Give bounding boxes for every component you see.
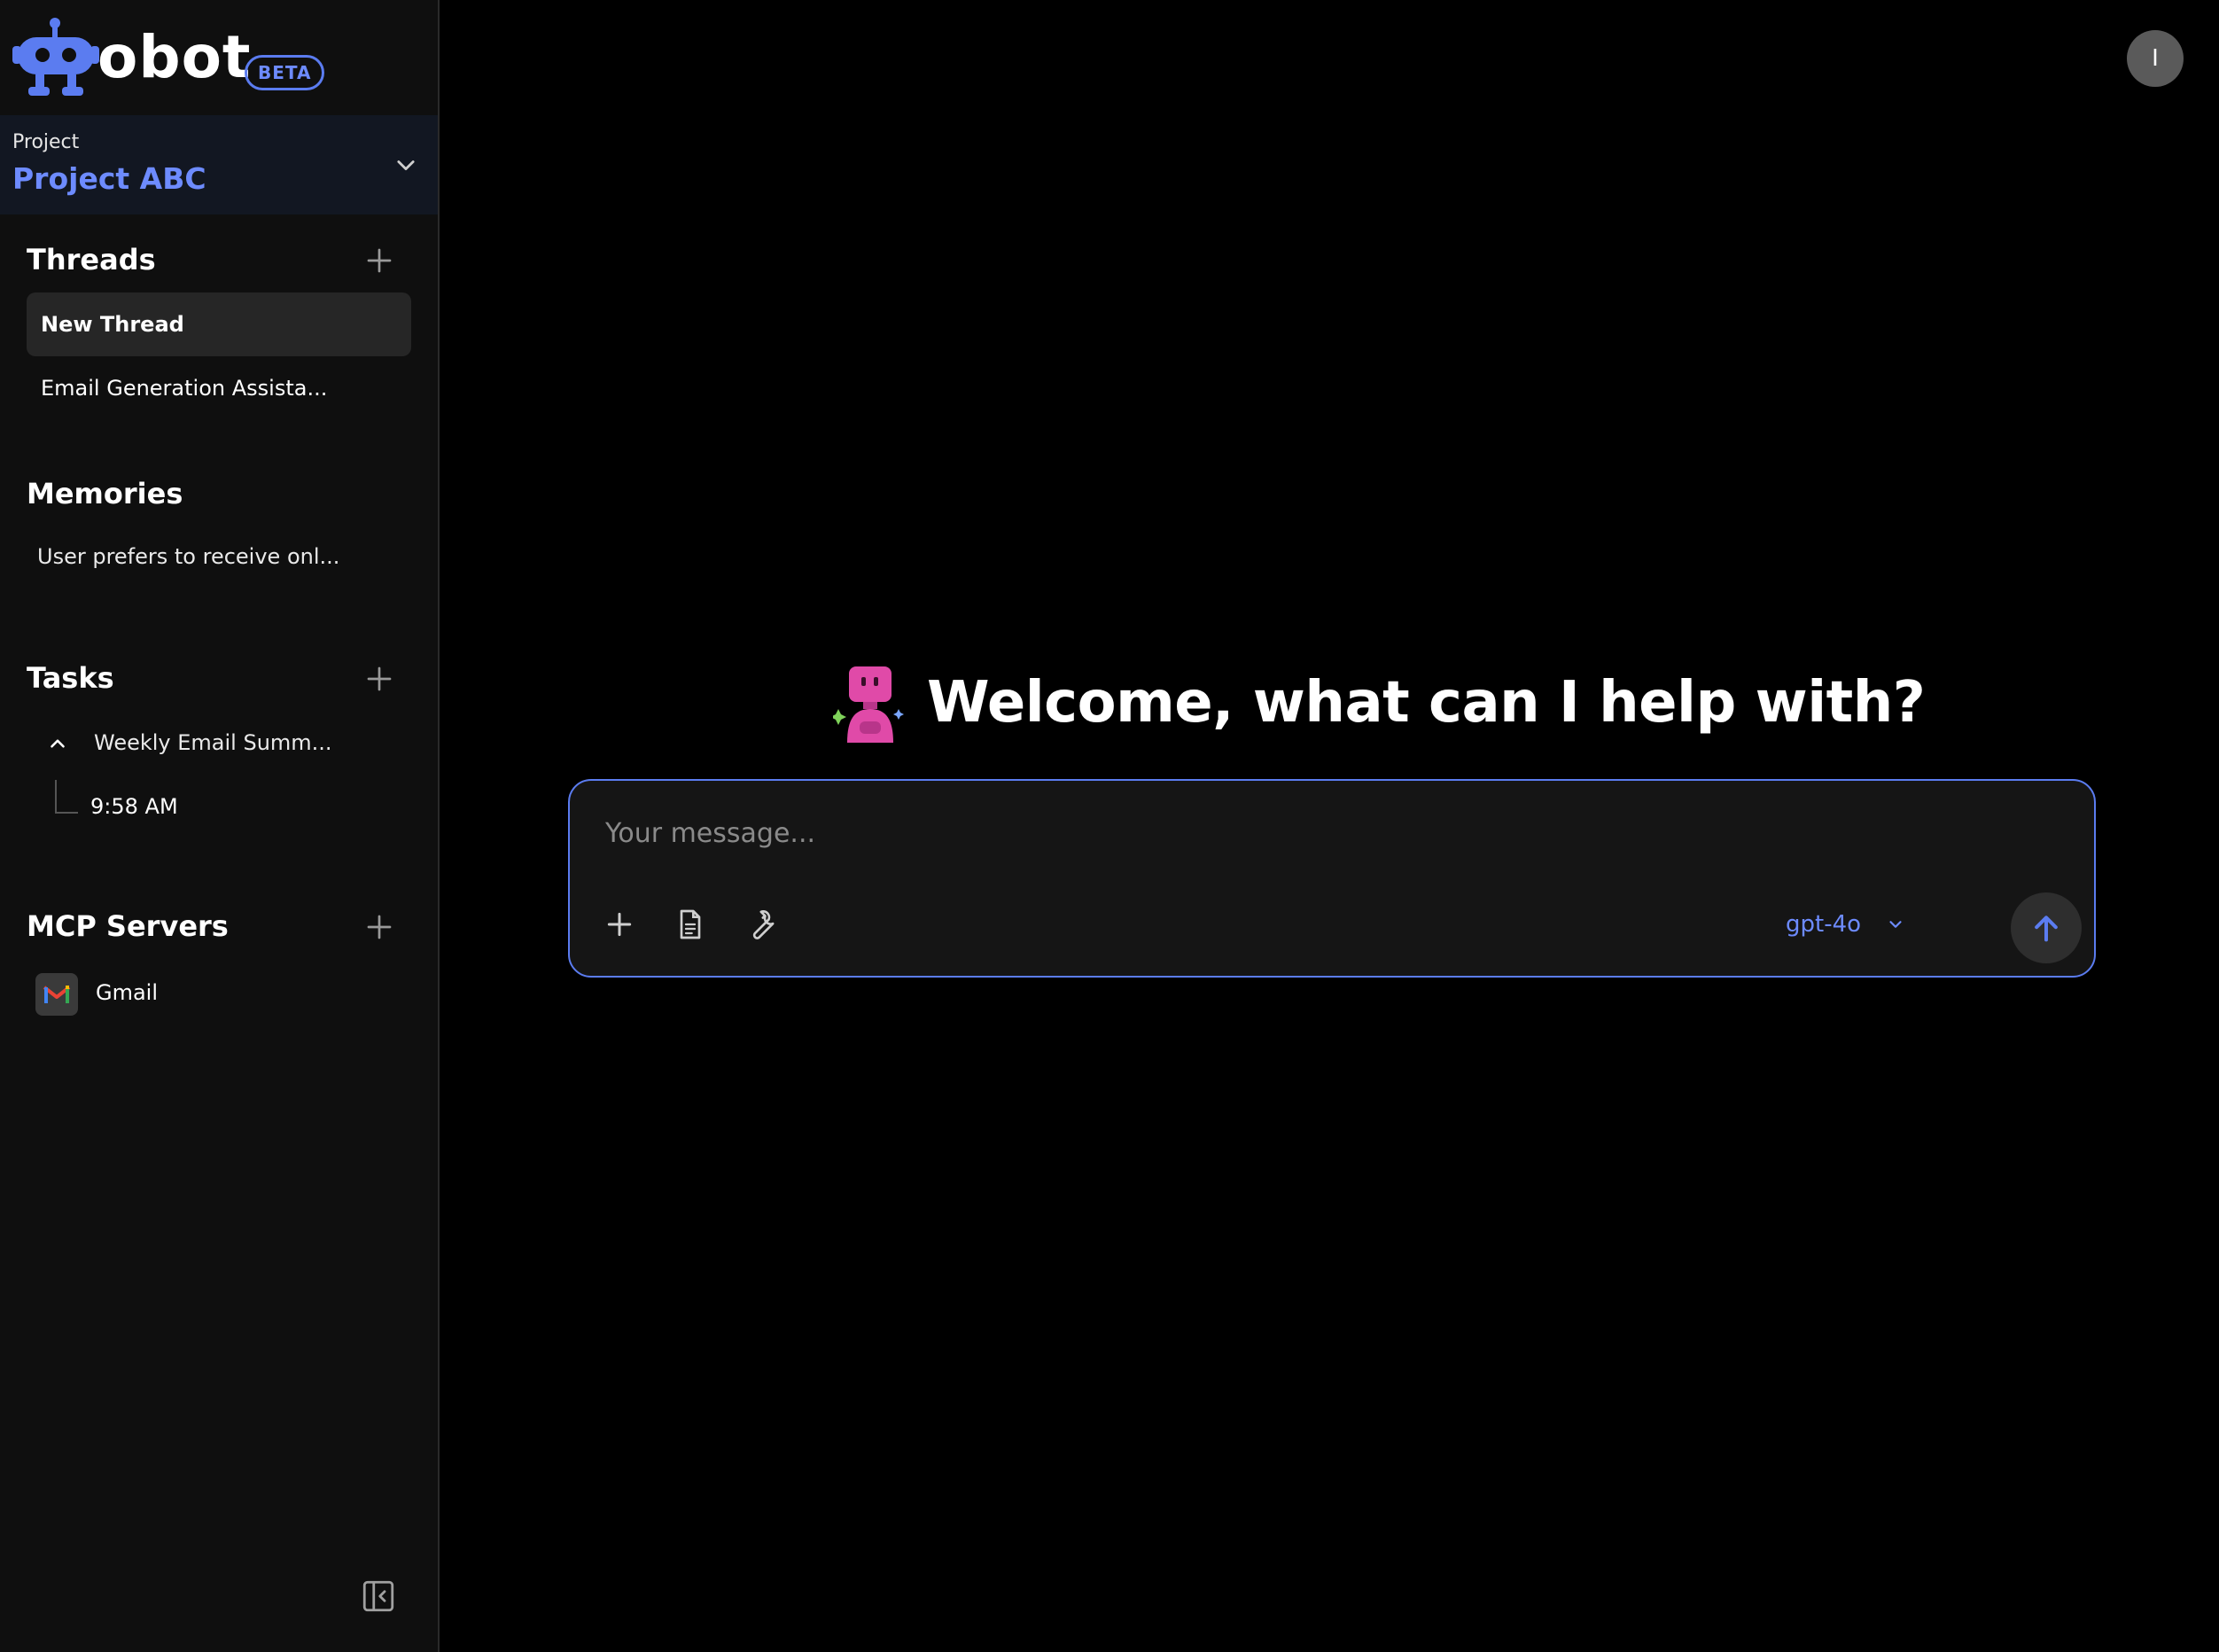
sidebar: obot BETA Project Project ABC Threads Ne… <box>0 0 440 1652</box>
user-avatar[interactable]: I <box>2127 30 2184 87</box>
gmail-icon <box>35 973 78 1016</box>
chevron-down-icon <box>397 160 415 171</box>
mcp-server-gmail[interactable]: Gmail <box>96 980 158 1005</box>
thread-item-email-generation[interactable]: Email Generation Assista... <box>27 356 411 420</box>
message-composer: gpt-4o <box>568 779 2096 978</box>
welcome-heading: Welcome, what can I help with? <box>833 663 1926 743</box>
file-icon[interactable] <box>673 907 708 942</box>
message-input[interactable] <box>603 807 1848 859</box>
tree-connector <box>55 780 78 814</box>
add-mcp-server-button[interactable] <box>363 911 395 943</box>
tasks-title: Tasks <box>27 661 114 695</box>
project-selector[interactable]: Project Project ABC <box>0 115 438 214</box>
project-name: Project ABC <box>12 161 206 196</box>
model-selector[interactable]: gpt-4o <box>1786 907 1905 942</box>
app-name: obot <box>97 23 252 91</box>
wrench-icon[interactable] <box>744 907 779 942</box>
welcome-text: Welcome, what can I help with? <box>927 670 1926 736</box>
model-name: gpt-4o <box>1786 911 1862 938</box>
add-thread-button[interactable] <box>363 245 395 277</box>
chevron-down-icon <box>1889 921 1902 928</box>
mcp-servers-title: MCP Servers <box>27 909 229 943</box>
memories-title: Memories <box>27 477 183 510</box>
task-item-weekly-email[interactable]: Weekly Email Summ... <box>94 730 332 755</box>
add-task-button[interactable] <box>363 663 395 695</box>
collapse-sidebar-icon[interactable] <box>360 1578 397 1615</box>
beta-badge: BETA <box>245 55 325 90</box>
robot-logo-icon <box>12 18 99 96</box>
project-label: Project <box>12 131 80 153</box>
add-attachment-button[interactable] <box>602 907 637 942</box>
thread-item-new-thread[interactable]: New Thread <box>27 292 411 356</box>
threads-title: Threads <box>27 243 156 277</box>
send-button[interactable] <box>2011 892 2082 963</box>
robot-mascot-icon <box>833 666 904 743</box>
app-logo[interactable]: obot BETA <box>12 16 331 101</box>
chevron-up-icon[interactable] <box>46 732 69 755</box>
memory-item[interactable]: User prefers to receive onl... <box>37 544 339 569</box>
task-run-time[interactable]: 9:58 AM <box>90 794 178 819</box>
arrow-up-icon <box>2035 916 2058 942</box>
